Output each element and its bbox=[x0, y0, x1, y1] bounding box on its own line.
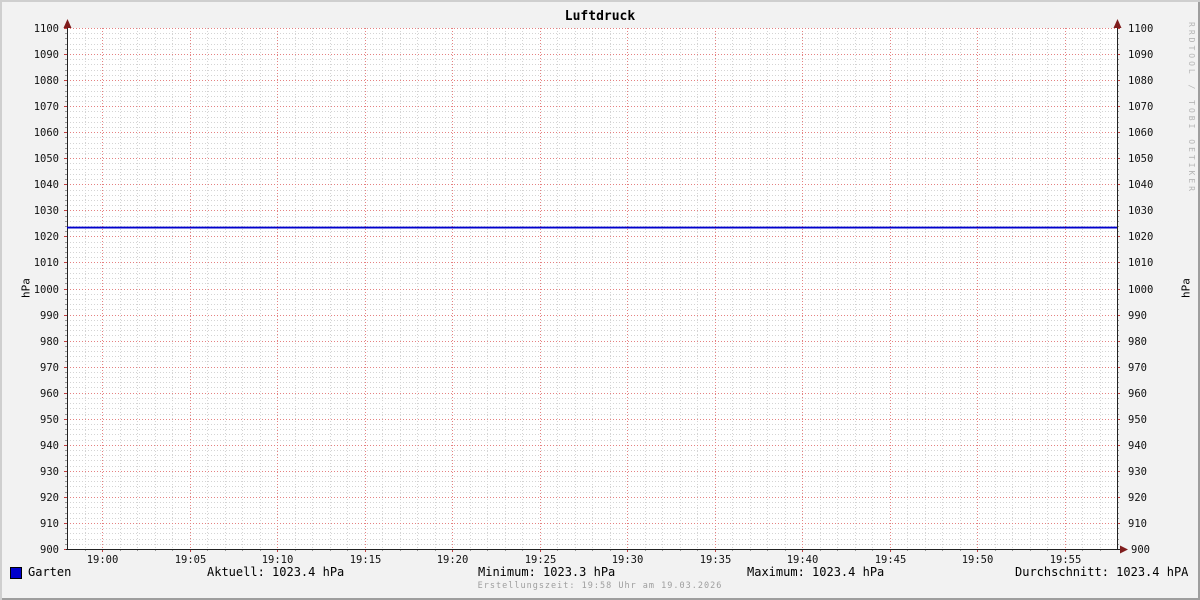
svg-text:1100: 1100 bbox=[1128, 23, 1153, 35]
svg-text:1010: 1010 bbox=[34, 257, 59, 269]
svg-text:1080: 1080 bbox=[1128, 75, 1153, 87]
svg-text:920: 920 bbox=[1128, 492, 1147, 504]
svg-text:1030: 1030 bbox=[34, 205, 59, 217]
svg-text:1090: 1090 bbox=[34, 49, 59, 61]
svg-text:1070: 1070 bbox=[1128, 101, 1153, 113]
svg-text:990: 990 bbox=[40, 310, 59, 322]
svg-text:1040: 1040 bbox=[1128, 179, 1153, 191]
svg-text:930: 930 bbox=[40, 466, 59, 478]
rrdtool-graph: Luftdruck RRDTOOL / TOBI OETIKER hPa hPa… bbox=[0, 0, 1200, 600]
svg-text:1020: 1020 bbox=[34, 231, 59, 243]
svg-text:1060: 1060 bbox=[34, 127, 59, 139]
svg-text:980: 980 bbox=[1128, 336, 1147, 348]
legend-swatch-garten bbox=[10, 567, 22, 579]
svg-text:970: 970 bbox=[40, 362, 59, 374]
stat-aktuell: Aktuell: 1023.4 hPa bbox=[207, 565, 345, 579]
svg-text:970: 970 bbox=[1128, 362, 1147, 374]
svg-text:1020: 1020 bbox=[1128, 231, 1153, 243]
svg-text:1040: 1040 bbox=[34, 179, 59, 191]
svg-text:1050: 1050 bbox=[34, 153, 59, 165]
legend-series-label: Garten bbox=[28, 565, 72, 579]
svg-text:960: 960 bbox=[1128, 388, 1147, 400]
stat-minimum: Minimum: 1023.3 hPa bbox=[478, 565, 616, 579]
svg-text:910: 910 bbox=[1128, 518, 1147, 530]
svg-text:960: 960 bbox=[40, 388, 59, 400]
legend-row: Garten Aktuell: 1023.4 hPa Minimum: 1023… bbox=[0, 565, 1200, 580]
creation-timestamp: Erstellungszeit: 19:58 Uhr am 19.03.2026 bbox=[477, 581, 723, 591]
svg-text:1060: 1060 bbox=[1128, 127, 1153, 139]
pressure-chart: 900 900 910 910 920 920 930 930 940 940 950 950 960 9… bbox=[34, 19, 1153, 566]
svg-text:920: 920 bbox=[40, 492, 59, 504]
stat-durchschnitt: Durchschnitt: 1023.4 hPA bbox=[1015, 565, 1189, 579]
svg-text:910: 910 bbox=[40, 518, 59, 530]
stat-maximum: Maximum: 1023.4 hPa bbox=[747, 565, 885, 579]
svg-text:950: 950 bbox=[1128, 414, 1147, 426]
svg-text:1010: 1010 bbox=[1128, 257, 1153, 269]
svg-text:900: 900 bbox=[40, 544, 59, 556]
svg-text:940: 940 bbox=[1128, 440, 1147, 452]
svg-text:940: 940 bbox=[40, 440, 59, 452]
svg-text:900: 900 bbox=[1131, 544, 1150, 556]
svg-text:990: 990 bbox=[1128, 310, 1147, 322]
svg-text:1050: 1050 bbox=[1128, 153, 1153, 165]
svg-text:980: 980 bbox=[40, 336, 59, 348]
svg-text:1030: 1030 bbox=[1128, 205, 1153, 217]
svg-text:1070: 1070 bbox=[34, 101, 59, 113]
svg-text:1090: 1090 bbox=[1128, 49, 1153, 61]
svg-text:1000: 1000 bbox=[34, 284, 59, 296]
svg-text:1100: 1100 bbox=[34, 23, 59, 35]
svg-text:930: 930 bbox=[1128, 466, 1147, 478]
svg-text:950: 950 bbox=[40, 414, 59, 426]
svg-text:1080: 1080 bbox=[34, 75, 59, 87]
svg-text:1000: 1000 bbox=[1128, 284, 1153, 296]
